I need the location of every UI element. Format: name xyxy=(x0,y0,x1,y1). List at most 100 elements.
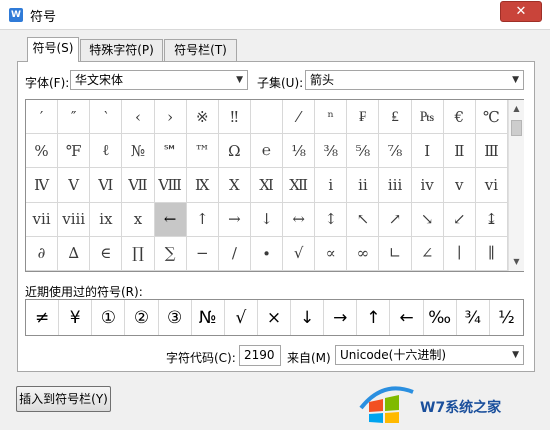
symbol-cell[interactable]: ↨ xyxy=(475,202,508,237)
symbol-cell[interactable]: ∞ xyxy=(347,236,380,271)
symbol-cell[interactable]: Ⅱ xyxy=(443,134,476,169)
symbol-cell[interactable]: ′ xyxy=(26,100,59,135)
recent-symbol-cell[interactable]: ¥ xyxy=(59,300,93,335)
symbol-cell[interactable]: › xyxy=(154,100,187,135)
symbol-cell[interactable]: ₣ xyxy=(347,100,380,135)
symbol-cell[interactable]: ℠ xyxy=(154,134,187,169)
recent-symbol-cell[interactable]: ↓ xyxy=(291,300,325,335)
subset-select[interactable]: 箭头 ▼ xyxy=(305,70,524,90)
symbol-cell[interactable]: Ⅵ xyxy=(90,168,123,203)
symbol-cell[interactable]: Ⅷ xyxy=(154,168,187,203)
symbol-cell[interactable]: ↙ xyxy=(443,202,476,237)
symbol-cell[interactable]: ⅹ xyxy=(122,202,155,237)
tab-special-characters[interactable]: 特殊字符(P) xyxy=(80,39,163,61)
symbol-cell[interactable]: ₧ xyxy=(411,100,444,135)
symbol-cell[interactable]: Ω xyxy=(218,134,251,169)
symbol-cell[interactable]: ← xyxy=(154,202,187,237)
symbol-cell[interactable]: ℉ xyxy=(58,134,91,169)
symbol-cell[interactable]: ∏ xyxy=(122,236,155,271)
symbol-cell[interactable]: ⅛ xyxy=(283,134,316,169)
symbol-cell[interactable]: ∠ xyxy=(411,236,444,271)
symbol-cell[interactable]: √ xyxy=(283,236,316,271)
symbol-cell[interactable]: ⅸ xyxy=(90,202,123,237)
symbol-cell[interactable]: ‼ xyxy=(218,100,251,135)
symbol-cell[interactable]: ₤ xyxy=(379,100,412,135)
symbol-cell[interactable]: ⅲ xyxy=(379,168,412,203)
symbol-cell[interactable]: ℓ xyxy=(90,134,123,169)
symbol-cell[interactable]: ↖ xyxy=(347,202,380,237)
symbol-cell[interactable]: ↗ xyxy=(379,202,412,237)
recent-symbol-cell[interactable]: × xyxy=(258,300,292,335)
recent-symbol-cell[interactable]: ③ xyxy=(159,300,192,335)
close-button[interactable]: ✕ xyxy=(500,1,542,22)
symbol-cell[interactable]: ⅶ xyxy=(26,202,59,237)
scroll-up-icon[interactable]: ▲ xyxy=(509,102,524,116)
symbol-cell[interactable]: ⅝ xyxy=(347,134,380,169)
symbol-cell[interactable]: ∣ xyxy=(443,236,476,271)
tab-symbol[interactable]: 符号(S) xyxy=(27,37,79,62)
recent-symbol-cell[interactable]: № xyxy=(192,300,225,335)
symbol-cell[interactable]: ‵ xyxy=(90,100,123,135)
symbol-cell[interactable]: ⁿ xyxy=(315,100,348,135)
symbol-cell[interactable]: ∥ xyxy=(475,236,508,271)
symbol-cell[interactable]: Ⅰ xyxy=(411,134,444,169)
recent-symbol-cell[interactable]: ← xyxy=(390,300,424,335)
symbol-cell[interactable]: ∑ xyxy=(154,236,187,271)
scroll-down-icon[interactable]: ▼ xyxy=(509,255,524,269)
symbol-cell[interactable]: ∂ xyxy=(26,236,59,271)
symbol-cell[interactable]: ⅵ xyxy=(475,168,508,203)
symbol-cell[interactable]: Ⅲ xyxy=(475,134,508,169)
symbol-cell[interactable]: → xyxy=(218,202,251,237)
symbol-cell[interactable]: ⅷ xyxy=(58,202,91,237)
symbol-cell[interactable]: − xyxy=(186,236,219,271)
insert-to-symbol-bar-button[interactable]: 插入到符号栏(Y) xyxy=(16,386,111,412)
symbol-cell[interactable]: Ⅶ xyxy=(122,168,155,203)
symbol-cell[interactable]: ⅱ xyxy=(347,168,380,203)
from-select[interactable]: Unicode(十六进制) ▼ xyxy=(335,345,524,365)
symbol-cell[interactable]: ″ xyxy=(58,100,91,135)
symbol-cell[interactable]: Ⅳ xyxy=(26,168,59,203)
symbol-cell[interactable]: € xyxy=(443,100,476,135)
symbol-cell[interactable]: ∙ xyxy=(250,236,284,271)
symbol-cell[interactable]: ⅰ xyxy=(315,168,348,203)
recent-symbol-cell[interactable]: ② xyxy=(125,300,159,335)
recent-symbol-cell[interactable]: → xyxy=(324,300,358,335)
symbol-cell[interactable]: ↓ xyxy=(250,202,284,237)
symbol-cell[interactable]: % xyxy=(26,134,59,169)
symbol-cell[interactable]: ↕ xyxy=(315,202,348,237)
symbol-cell[interactable]: ‹ xyxy=(122,100,155,135)
recent-symbol-cell[interactable]: ½ xyxy=(490,300,523,335)
symbol-cell[interactable]: ⅳ xyxy=(411,168,444,203)
recent-symbol-cell[interactable]: ¾ xyxy=(457,300,490,335)
symbol-cell[interactable]: Ⅸ xyxy=(186,168,219,203)
symbol-cell[interactable]: ↔ xyxy=(283,202,316,237)
symbol-cell[interactable]: ⅜ xyxy=(315,134,348,169)
symbol-cell[interactable]: ⅴ xyxy=(443,168,476,203)
tab-symbol-bar[interactable]: 符号栏(T) xyxy=(164,39,237,61)
symbol-cell[interactable]: ℮ xyxy=(250,134,284,169)
symbol-cell[interactable] xyxy=(250,100,284,135)
symbol-cell[interactable]: ™ xyxy=(186,134,219,169)
symbol-cell[interactable]: ∝ xyxy=(315,236,348,271)
symbol-cell[interactable]: Ⅴ xyxy=(58,168,91,203)
scrollbar-thumb[interactable] xyxy=(511,120,522,136)
symbol-cell[interactable]: ⁄ xyxy=(283,100,316,135)
symbol-cell[interactable]: ↑ xyxy=(186,202,219,237)
symbol-cell[interactable]: ℃ xyxy=(475,100,508,135)
symbol-grid-scrollbar[interactable]: ▲ ▼ xyxy=(508,100,524,271)
recent-symbol-cell[interactable]: ① xyxy=(92,300,126,335)
symbol-cell[interactable]: ∆ xyxy=(58,236,91,271)
recent-symbol-cell[interactable]: √ xyxy=(225,300,258,335)
char-code-input[interactable]: 2190 xyxy=(239,345,281,366)
recent-symbol-cell[interactable]: ≠ xyxy=(26,300,60,335)
recent-symbol-cell[interactable]: ‰ xyxy=(424,300,457,335)
symbol-cell[interactable]: Ⅻ xyxy=(283,168,316,203)
font-select[interactable]: 华文宋体 ▼ xyxy=(70,70,248,90)
symbol-cell[interactable]: ⅞ xyxy=(379,134,412,169)
symbol-cell[interactable]: № xyxy=(122,134,155,169)
symbol-cell[interactable]: ∕ xyxy=(218,236,251,271)
symbol-cell[interactable]: ∈ xyxy=(90,236,123,271)
symbol-cell[interactable]: Ⅹ xyxy=(218,168,251,203)
recent-symbol-cell[interactable]: ↑ xyxy=(357,300,391,335)
symbol-cell[interactable]: ↘ xyxy=(411,202,444,237)
